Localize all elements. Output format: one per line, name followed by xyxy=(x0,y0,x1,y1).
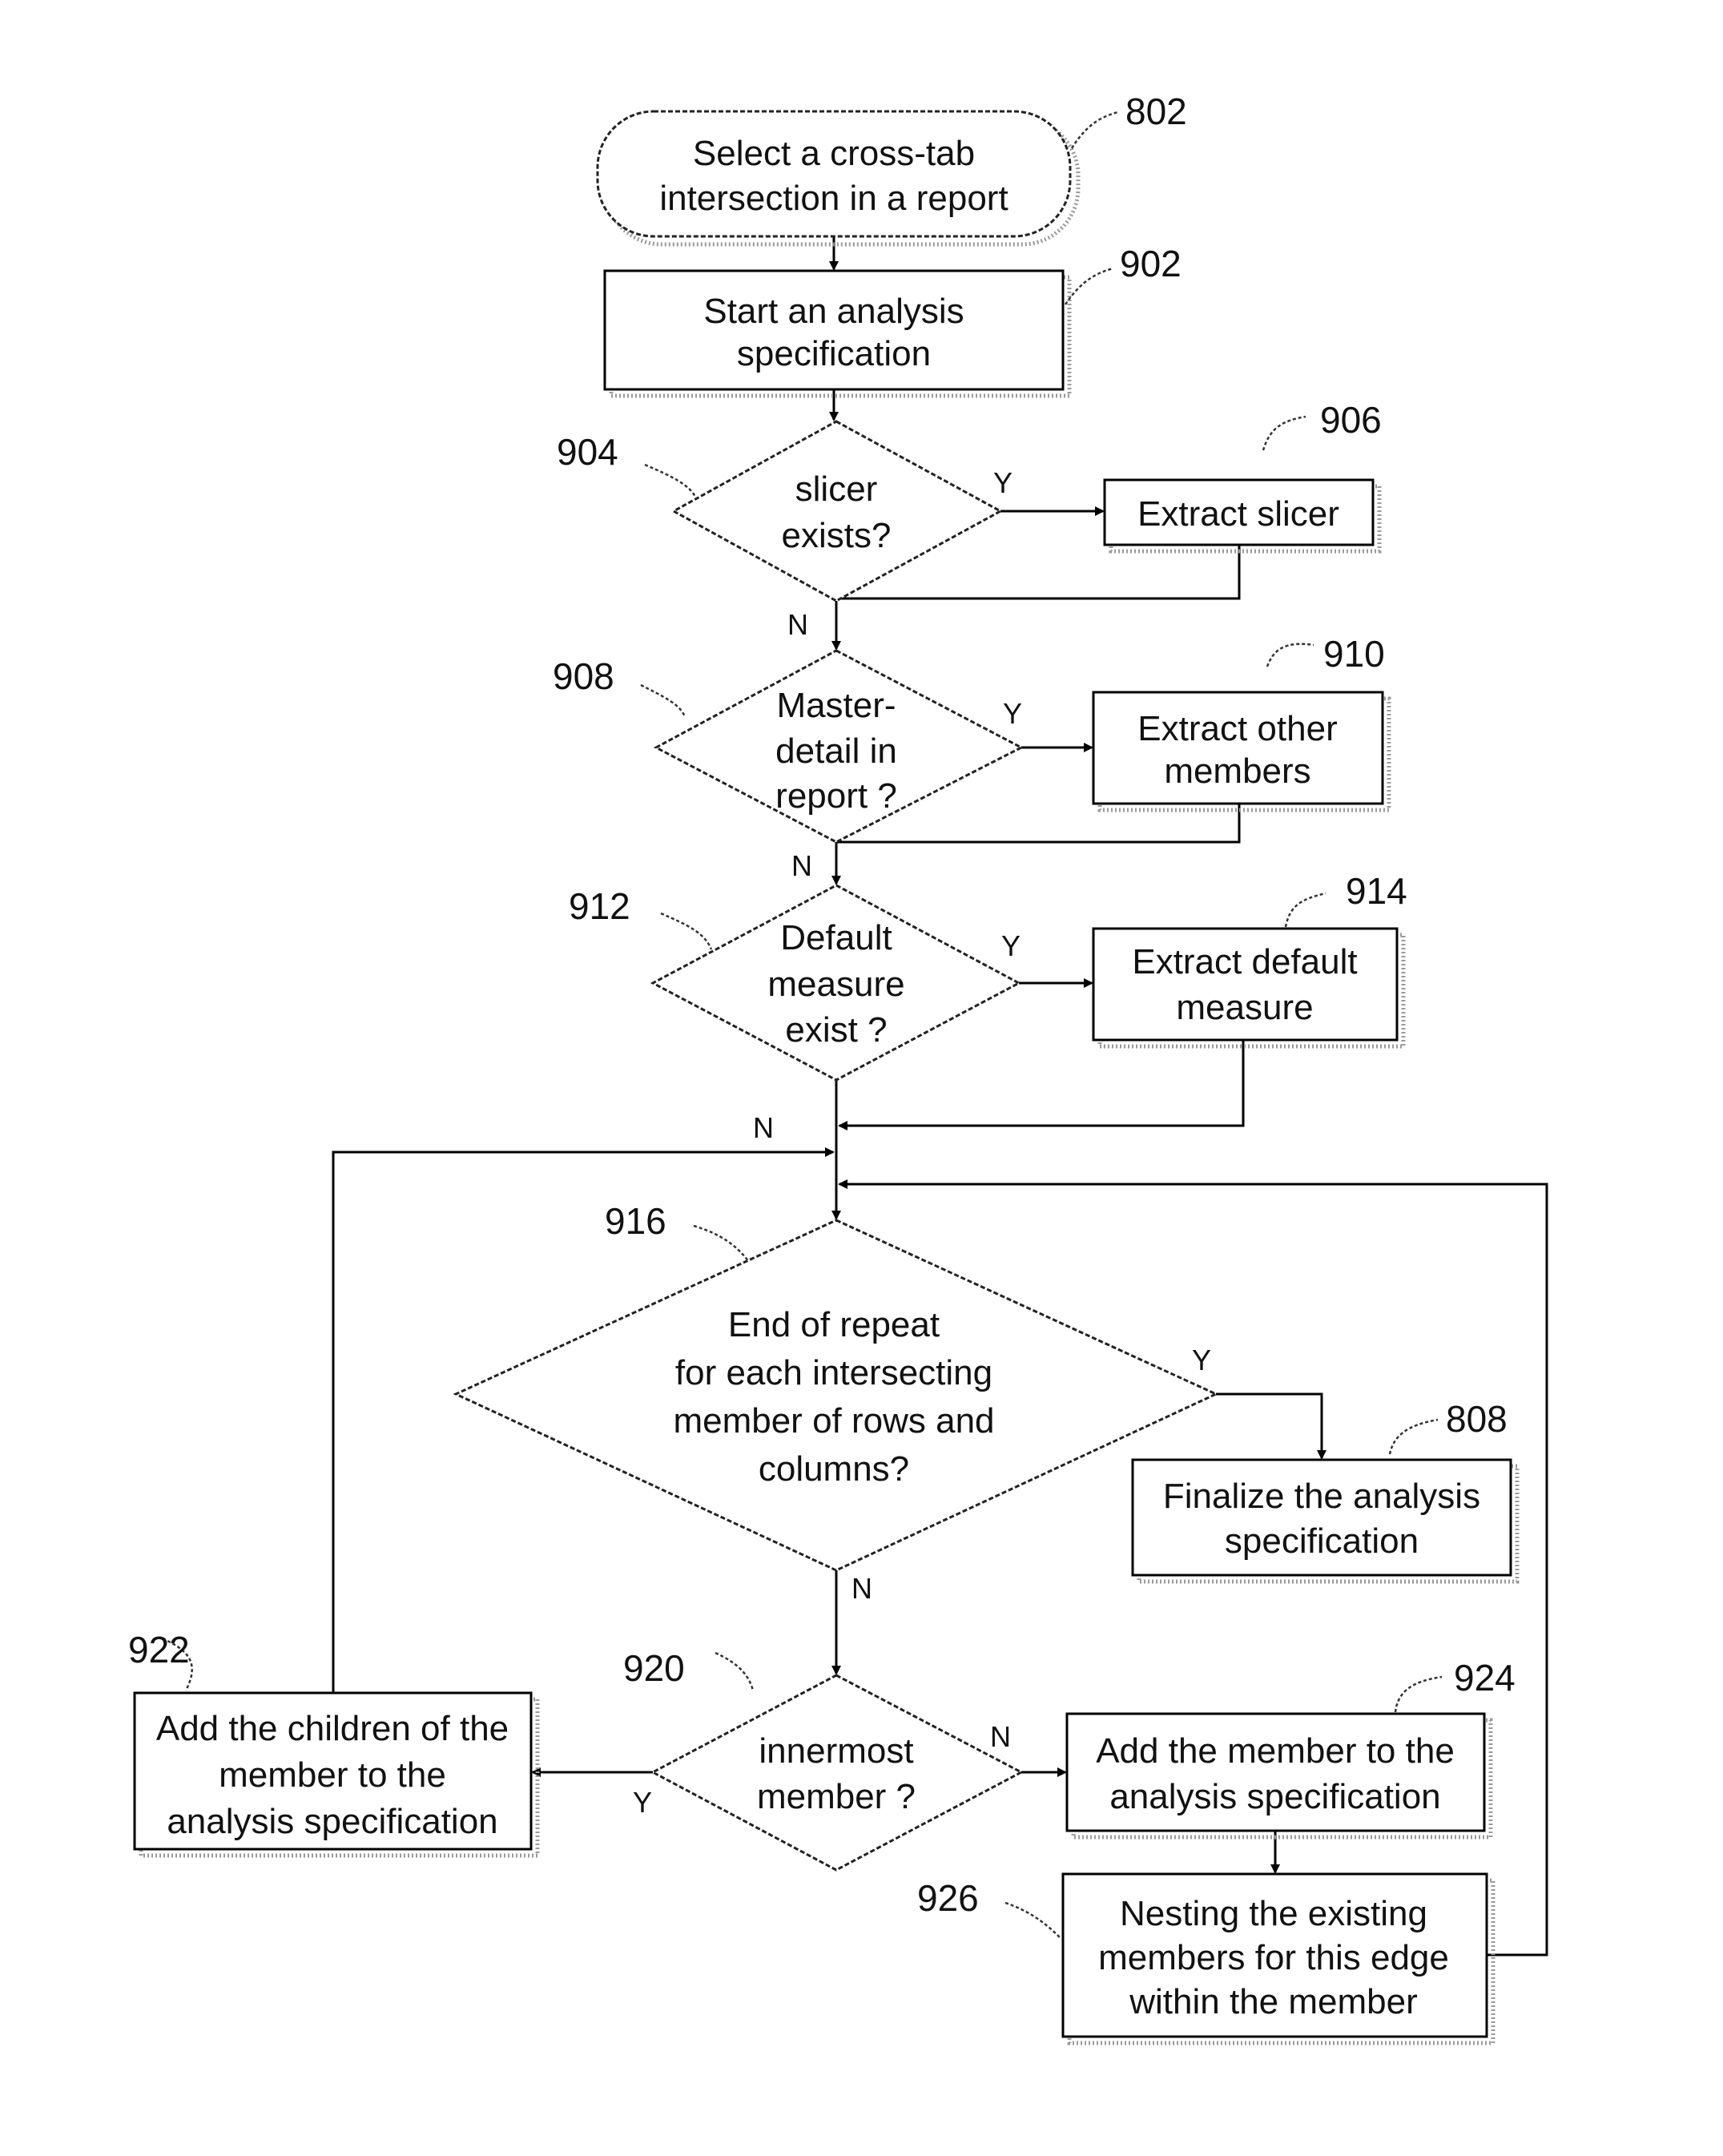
node-916-decision: End of repeat for each intersecting memb… xyxy=(453,1200,1219,1572)
node-926-line-1: Nesting the existing xyxy=(1120,1894,1427,1933)
node-910-line-1: Extract other xyxy=(1137,709,1337,748)
leader-920 xyxy=(715,1651,755,1691)
node-808-line-2: specification xyxy=(1225,1521,1419,1561)
label-916-yes: Y xyxy=(1192,1344,1211,1376)
leader-914 xyxy=(1284,892,1326,928)
label-904-no: N xyxy=(787,608,808,641)
node-902-line-1: Start an analysis xyxy=(703,292,964,331)
branch-labels: Y N Y N Y N Y N Y N xyxy=(633,466,1211,1819)
label-908-yes: Y xyxy=(1003,697,1022,730)
node-902-line-2: specification xyxy=(737,334,931,373)
node-916-line-4: columns? xyxy=(759,1449,909,1489)
node-912-line-3: exist ? xyxy=(785,1010,887,1050)
node-912-line-1: Default xyxy=(780,918,892,957)
ref-908: 908 xyxy=(553,655,614,697)
node-802-terminal: Select a cross-tab intersection in a rep… xyxy=(596,91,1187,247)
ref-802: 802 xyxy=(1125,91,1187,132)
label-920-yes: Y xyxy=(633,1786,652,1819)
node-908-decision: Master- detail in report ? 908 xyxy=(553,649,1025,844)
leader-908 xyxy=(640,683,686,718)
ref-926: 926 xyxy=(917,1877,979,1919)
node-908-line-3: report ? xyxy=(775,776,897,816)
node-916-line-1: End of repeat xyxy=(728,1305,940,1344)
node-922-line-1: Add the children of the xyxy=(156,1709,509,1748)
leader-912 xyxy=(660,912,713,950)
node-916-line-3: member of rows and xyxy=(673,1401,994,1441)
node-908-line-2: detail in xyxy=(775,731,897,771)
leader-902 xyxy=(1064,267,1114,305)
node-924-line-2: analysis specification xyxy=(1109,1777,1440,1816)
node-808-line-1: Finalize the analysis xyxy=(1163,1477,1480,1516)
label-916-no: N xyxy=(851,1572,872,1605)
ref-920: 920 xyxy=(623,1647,685,1689)
node-924-line-1: Add the member to the xyxy=(1096,1731,1455,1771)
flowchart: Y N Y N Y N Y N Y N Select a cross-tab i… xyxy=(128,91,1548,2045)
node-920-line-2: member ? xyxy=(757,1777,916,1816)
ref-808: 808 xyxy=(1446,1398,1508,1440)
leader-808 xyxy=(1388,1418,1439,1455)
node-802-line-1: Select a cross-tab xyxy=(693,134,975,173)
node-904-decision: slicer exists? 904 xyxy=(557,420,1004,602)
ref-924: 924 xyxy=(1454,1657,1516,1699)
node-916-line-2: for each intersecting xyxy=(675,1353,992,1392)
node-906-line-1: Extract slicer xyxy=(1137,494,1339,534)
ref-922: 922 xyxy=(128,1629,190,1670)
node-926-line-2: members for this edge xyxy=(1098,1938,1449,1977)
leader-916 xyxy=(693,1224,750,1263)
node-914-process: Extract default measure 914 xyxy=(1092,870,1407,1049)
node-904-line-2: exists? xyxy=(782,516,892,555)
node-922-line-2: member to the xyxy=(219,1755,446,1795)
label-908-no: N xyxy=(791,849,812,882)
ref-910: 910 xyxy=(1323,633,1385,675)
node-906-process: Extract slicer 906 xyxy=(1103,399,1382,554)
node-912-line-2: measure xyxy=(767,965,904,1004)
leader-926 xyxy=(1004,1901,1062,1940)
node-808-process: Finalize the analysis specification 808 xyxy=(1131,1398,1520,1584)
node-924-process: Add the member to the analysis specifica… xyxy=(1065,1657,1516,1840)
node-920-line-1: innermost xyxy=(759,1731,913,1771)
label-904-yes: Y xyxy=(993,466,1012,499)
leader-924 xyxy=(1394,1675,1443,1713)
node-910-process: Extract other members 910 xyxy=(1092,633,1391,812)
arrow-916-yes-to-808 xyxy=(1216,1392,1326,1460)
ref-912: 912 xyxy=(569,885,630,927)
node-902-process: Start an analysis specification 902 xyxy=(603,243,1182,398)
node-802-line-2: intersection in a report xyxy=(659,179,1008,218)
node-922-line-3: analysis specification xyxy=(167,1802,497,1841)
leader-906 xyxy=(1262,415,1306,451)
node-910-line-2: members xyxy=(1164,752,1310,791)
node-904-line-1: slicer xyxy=(795,469,878,509)
node-914-line-1: Extract default xyxy=(1132,942,1357,981)
node-912-decision: Default measure exist ? 912 xyxy=(569,884,1022,1082)
ref-916: 916 xyxy=(605,1200,666,1242)
node-926-process: Nesting the existing members for this ed… xyxy=(917,1872,1496,2045)
leader-904 xyxy=(644,463,697,498)
ref-914: 914 xyxy=(1346,870,1407,912)
ref-902: 902 xyxy=(1120,243,1182,284)
node-914-line-2: measure xyxy=(1176,988,1313,1027)
leader-910 xyxy=(1266,643,1314,667)
label-912-yes: Y xyxy=(1001,929,1021,962)
label-912-no: N xyxy=(753,1111,774,1144)
ref-904: 904 xyxy=(557,431,618,473)
ref-906: 906 xyxy=(1320,399,1382,441)
arrow-914-return xyxy=(838,1040,1245,1130)
node-920-decision: innermost member ? 920 xyxy=(623,1647,1025,1872)
leader-802 xyxy=(1070,111,1118,149)
label-920-no: N xyxy=(990,1720,1011,1753)
node-908-line-1: Master- xyxy=(776,686,896,725)
node-926-line-3: within the member xyxy=(1129,1982,1417,2021)
